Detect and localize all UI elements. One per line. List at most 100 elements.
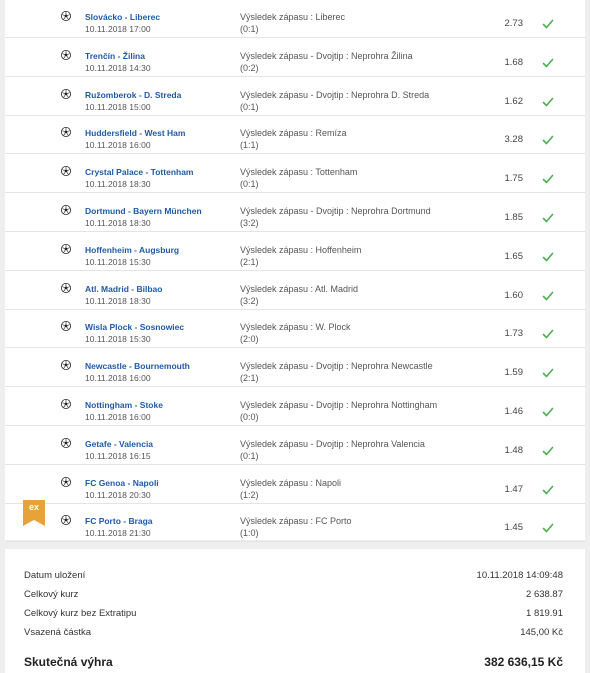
odds-no-extra-row: Celkový kurz bez Extratipu 1 819.91 [5,605,585,623]
check-icon [542,133,554,145]
match-score: (1:0) [240,528,259,539]
ticket-row: Newcastle - Bournemouth 10.11.2018 16:00 V… [5,349,585,388]
match-name-link[interactable]: Newcastle - Bournemouth [85,361,190,371]
match-date: 10.11.2018 17:00 [85,24,151,34]
match-name-link[interactable]: Huddersfield - West Ham [85,128,185,138]
actual-win-row: Skutečná výhra 382 636,15 Kč [5,653,585,671]
actual-win-value: 382 636,15 Kč [484,655,563,669]
bet-type: Výsledek zápasu - Dvojtip : Neprohra Dor… [240,206,431,216]
match-name-link[interactable]: Crystal Palace - Tottenham [85,167,194,177]
saved-date-label: Datum uložení [24,570,86,581]
match-date: 10.11.2018 18:30 [85,218,151,228]
football-icon [61,86,71,99]
match-name-link[interactable]: Hoffenheim - Augsburg [85,245,179,255]
check-icon [542,483,554,495]
bet-odds: 1.65 [504,250,524,262]
match-name-link[interactable]: FC Porto - Braga [85,516,153,526]
football-icon [61,163,71,177]
total-odds-row: Celkový kurz 2 638.87 [5,586,585,604]
ticket-row: Hoffenheim - Augsburg 10.11.2018 15:30 Výs… [5,233,585,271]
match-date: 10.11.2018 15:00 [85,101,151,112]
ticket-row: Crystal Palace - Tottenham 10.11.2018 18:… [5,155,585,194]
total-odds-value: 2 638.87 [526,589,563,600]
match-score: (3:2) [240,295,259,306]
ticket-row: Ružomberok - D. Streda 10.11.2018 15:00 Vý… [5,78,585,116]
ticket-row: Getafe - Valencia 10.11.2018 16:15 Výslede… [5,427,585,465]
match-date: 10.11.2018 18:30 [85,179,151,190]
check-icon [542,289,554,301]
match-name-link[interactable]: Atl. Madrid - Bilbao [85,284,162,294]
match-score: (0:2) [240,62,259,73]
football-icon [61,241,71,254]
bet-type: Výsledek zápasu : Hoffenheim [240,244,362,255]
ticket-row: Slovácko - Liberec 10.11.2018 17:00 Výsled… [5,0,585,38]
ticket-row: Huddersfield - West Ham 10.11.2018 16:00 V… [5,116,585,155]
bet-type: Výsledek zápasu - Dvojtip : Neprohra D. … [240,89,430,100]
match-score: (2:0) [240,334,259,345]
bet-odds: 1.46 [504,406,524,417]
bet-odds: 1.47 [504,483,524,495]
match-date: 10.11.2018 16:00 [85,373,151,384]
bet-type: Výsledek zápasu - Dvojtip : Neprohra Val… [240,438,425,449]
bet-odds: 1.45 [504,522,524,534]
match-name-link[interactable]: Slovácko - Liberec [85,12,160,22]
match-date: 10.11.2018 16:00 [85,140,151,151]
football-icon [61,512,71,526]
match-name-link[interactable]: Dortmund - Bayern München [85,206,202,216]
football-icon [61,8,71,21]
match-name-link[interactable]: FC Genoa - Napoli [85,478,159,488]
bet-type: Výsledek zápasu : FC Porto [240,516,352,527]
match-score: (0:1) [240,179,259,190]
check-icon [542,405,554,417]
football-icon [61,396,71,409]
match-date: 10.11.2018 14:30 [85,62,151,73]
ticket-row: ex FC Porto - Braga 10.11.2018 21:30 Výsled… [5,500,585,543]
match-score: (0:0) [240,412,259,422]
football-icon [61,47,71,60]
match-score: (1:1) [240,140,259,151]
match-date: 10.11.2018 16:15 [85,450,151,461]
stake-row: Vsazená částka 145,00 Kč [5,624,585,642]
bet-type: Výsledek zápasu : W. Plock [240,322,351,333]
check-icon [542,56,554,68]
odds-no-extra-value: 1 819.91 [526,608,563,619]
check-icon [542,366,554,378]
check-icon [542,250,554,262]
total-odds-label: Celkový kurz [24,589,79,600]
bet-odds: 1.85 [504,212,524,223]
bet-odds: 1.48 [504,444,524,456]
extra-tip-badge: ex [23,500,45,527]
match-name-link[interactable]: Ružomberok - D. Streda [85,90,181,100]
bet-odds: 1.59 [504,367,524,379]
football-icon [61,280,71,293]
check-icon [542,444,554,456]
match-score: (1:2) [240,489,259,500]
bet-odds: 2.73 [504,18,524,29]
odds-no-extra-label: Celkový kurz bez Extratipu [24,608,137,619]
check-icon [542,17,554,29]
match-name-link[interactable]: Nottingham - Stoke [85,400,163,410]
football-icon [61,474,71,487]
saved-date-value: 10.11.2018 14:09:48 [476,570,563,581]
match-name-link[interactable]: Trenčín - Žilina [85,51,145,61]
ticket-summary: Datum uložení 10.11.2018 14:09:48 Celkov… [5,549,585,673]
bet-type: Výsledek zápasu : Napoli [240,477,342,488]
bet-type: Výsledek zápasu : Tottenham [240,167,358,178]
bet-odds: 1.62 [504,95,524,107]
match-name-link[interactable]: Wisla Plock - Sosnowiec [85,322,184,332]
match-date: 10.11.2018 20:30 [85,489,151,500]
bet-type: Výsledek zápasu - Dvojtip : Neprohra Žil… [240,50,413,61]
bet-type: Výsledek zápasu - Dvojtip : Neprohra Not… [240,400,438,410]
match-date: 10.11.2018 21:30 [85,528,151,539]
match-name-link[interactable]: Getafe - Valencia [85,439,153,449]
bet-odds: 1.73 [504,328,524,340]
match-date: 10.11.2018 15:30 [85,334,151,345]
match-score: (2:1) [240,373,259,384]
ticket-row: Nottingham - Stoke 10.11.2018 16:00 Výsled… [5,388,585,426]
check-icon [542,95,554,107]
check-icon [542,327,554,339]
bet-odds: 1.68 [504,56,524,68]
extra-tip-badge-label: ex [28,502,39,513]
ticket-row: Wisla Plock - Sosnowiec 10.11.2018 15:30 V… [5,310,585,349]
saved-date-row: Datum uložení 10.11.2018 14:09:48 [5,567,585,585]
